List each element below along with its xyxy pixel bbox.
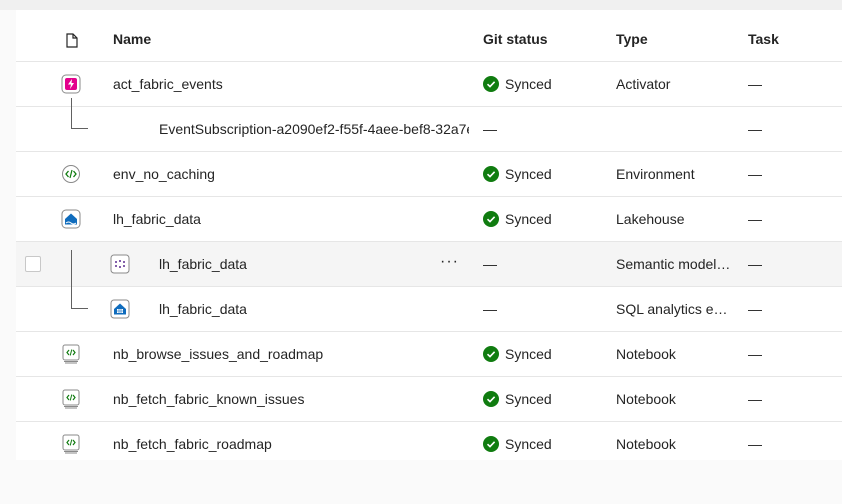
item-name[interactable]: EventSubscription-a2090ef2-f55f-4aee-bef… [159,107,469,151]
workspace-item-list: Name Git status Type Task act_fabric_eve… [16,10,842,460]
item-task: — [748,121,762,137]
activator-icon [61,74,81,94]
item-type [616,107,732,151]
git-status-label: — [483,256,497,272]
item-task: — [748,256,762,272]
semantic-model-icon [110,254,130,274]
tree-connector [71,308,88,309]
more-options-button[interactable]: ··· [440,242,459,282]
item-name[interactable]: lh_fabric_data [159,242,469,286]
item-type: Notebook [616,436,676,452]
synced-check-icon [483,391,499,407]
item-type: Notebook [616,346,676,362]
table-row[interactable]: env_no_caching Synced Environment — [16,152,842,197]
git-status-label: Synced [505,346,552,362]
synced-check-icon [483,166,499,182]
table-row[interactable]: nb_fetch_fabric_roadmap Synced Notebook … [16,422,842,466]
item-name[interactable]: lh_fabric_data [159,287,469,331]
item-type: Semantic model … [616,256,732,272]
tree-connector [71,98,72,128]
table-row[interactable]: act_fabric_events Synced Activator — [16,62,842,107]
synced-check-icon [483,436,499,452]
item-name[interactable]: nb_fetch_fabric_roadmap [113,422,473,466]
git-status-label: Synced [505,436,552,452]
tree-connector [71,250,72,287]
synced-check-icon [483,211,499,227]
sql-endpoint-icon [110,299,130,319]
git-status-label: — [483,121,497,137]
git-status-label: — [483,301,497,317]
git-status-label: Synced [505,166,552,182]
item-type: Lakehouse [616,211,685,227]
item-task: — [748,436,762,452]
notebook-icon [61,344,81,364]
git-status-label: Synced [505,391,552,407]
item-type: Activator [616,76,671,92]
synced-check-icon [483,346,499,362]
column-header-name[interactable]: Name [113,18,473,61]
column-header-git-status[interactable]: Git status [483,18,603,61]
item-task: — [748,391,762,407]
table-row[interactable]: nb_browse_issues_and_roadmap Synced Note… [16,332,842,377]
environment-icon [61,164,81,184]
column-header-task[interactable]: Task [748,18,808,61]
table-row[interactable]: lh_fabric_data Synced Lakehouse — [16,197,842,242]
file-type-icon[interactable] [66,33,78,48]
item-name[interactable]: env_no_caching [113,152,473,196]
synced-check-icon [483,76,499,92]
git-status-label: Synced [505,211,552,227]
top-strip [0,0,842,10]
row-select-checkbox[interactable] [25,256,41,272]
item-task: — [748,211,762,227]
column-header-type[interactable]: Type [616,18,732,61]
item-name[interactable]: nb_fetch_fabric_known_issues [113,377,473,421]
list-header: Name Git status Type Task [16,18,842,62]
item-type: SQL analytics en… [616,301,732,317]
item-name[interactable]: lh_fabric_data [113,197,473,241]
notebook-icon [61,434,81,454]
lakehouse-icon [61,209,81,229]
table-row[interactable]: lh_fabric_data ··· — Semantic model … — [16,242,842,287]
item-task: — [748,346,762,362]
table-row[interactable]: EventSubscription-a2090ef2-f55f-4aee-bef… [16,98,842,152]
git-status-label: Synced [505,76,552,92]
item-task: — [748,76,762,92]
tree-connector [71,128,88,129]
table-row[interactable]: lh_fabric_data — SQL analytics en… — [16,287,842,332]
item-name[interactable]: nb_browse_issues_and_roadmap [113,332,473,376]
item-task: — [748,301,762,317]
item-task: — [748,166,762,182]
tree-connector [71,287,72,308]
table-row[interactable]: nb_fetch_fabric_known_issues Synced Note… [16,377,842,422]
notebook-icon [61,389,81,409]
item-type: Notebook [616,391,676,407]
item-name[interactable]: act_fabric_events [113,62,473,106]
item-type: Environment [616,166,695,182]
